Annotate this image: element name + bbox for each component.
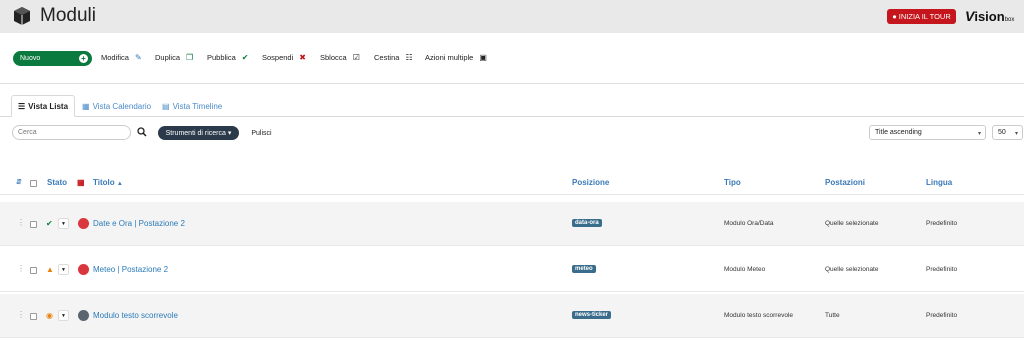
edit-button[interactable]: Modifica ✎ bbox=[101, 53, 142, 62]
cube-icon bbox=[14, 7, 30, 25]
select-all-checkbox[interactable] bbox=[30, 180, 37, 187]
position-badge: meteo bbox=[572, 265, 596, 273]
table-header: ⇵ Stato ▦ Titolo ▲ Posizione Tipo Postaz… bbox=[0, 168, 1024, 195]
module-color-dot bbox=[78, 264, 89, 275]
publish-button[interactable]: Pubblica ✔ bbox=[207, 53, 248, 62]
start-tour-button[interactable]: ● INIZIA IL TOUR bbox=[887, 9, 956, 24]
sort-order-icon[interactable]: ⇵ bbox=[16, 178, 22, 186]
trash-button[interactable]: Cestina ☷ bbox=[374, 53, 413, 62]
tab-timeline-view-label: Vista Timeline bbox=[172, 101, 223, 111]
limit-selected-value: 50 bbox=[998, 129, 1006, 136]
multiple-actions-label: Azioni multiple bbox=[425, 53, 474, 62]
caret-down-icon: ▾ bbox=[225, 130, 232, 137]
row-language: Predefinito bbox=[926, 266, 958, 273]
edit-icon: ✎ bbox=[134, 52, 142, 62]
copy-icon: ❐ bbox=[186, 52, 194, 62]
times-circle-icon: ✖ bbox=[299, 52, 306, 62]
page-header: Moduli ● INIZIA IL TOUR Visionbox bbox=[0, 0, 1024, 33]
publish-label: Pubblica bbox=[207, 53, 236, 62]
row-type: Modulo testo scorrevole bbox=[724, 312, 794, 319]
row-actions-dropdown[interactable]: ▼ bbox=[58, 310, 69, 321]
plus-icon: + bbox=[79, 54, 88, 63]
drag-handle-icon[interactable]: ⋮ bbox=[17, 310, 25, 319]
drag-handle-icon[interactable]: ⋮ bbox=[17, 264, 25, 273]
row-actions-dropdown[interactable]: ▼ bbox=[58, 218, 69, 229]
start-tour-label: INIZIA IL TOUR bbox=[898, 12, 951, 21]
table-row: ⋮ ▲ ▼ Meteo | Postazione 2 meteo Modulo … bbox=[0, 248, 1024, 292]
row-stations: Tutte bbox=[825, 312, 840, 319]
suspend-label: Sospendi bbox=[262, 53, 294, 62]
column-language[interactable]: Lingua bbox=[926, 178, 952, 187]
new-button[interactable]: Nuovo + bbox=[13, 51, 92, 66]
search-input[interactable] bbox=[12, 125, 131, 140]
tab-list-view-label: Vista Lista bbox=[28, 101, 69, 111]
row-type: Modulo Ora/Data bbox=[724, 220, 774, 227]
position-badge: data-ora bbox=[572, 219, 602, 227]
tab-timeline-view[interactable]: ▤ Vista Timeline bbox=[156, 95, 228, 117]
row-language: Predefinito bbox=[926, 312, 958, 319]
check-icon: ✔ bbox=[241, 52, 249, 62]
square-check-icon: ▣ bbox=[479, 52, 487, 62]
expired-status-icon[interactable]: ◉ bbox=[46, 311, 53, 320]
visionbox-logo: Visionbox bbox=[965, 8, 1015, 24]
drag-handle-icon[interactable]: ⋮ bbox=[17, 218, 25, 227]
column-title[interactable]: Titolo ▲ bbox=[93, 178, 123, 187]
row-checkbox[interactable] bbox=[30, 267, 37, 274]
column-position[interactable]: Posizione bbox=[572, 178, 609, 187]
search-tools-button[interactable]: Strumenti di ricerca ▾ bbox=[158, 126, 239, 140]
search-icon[interactable] bbox=[137, 127, 147, 137]
clear-button[interactable]: Pulisci bbox=[245, 126, 278, 140]
multiple-actions-button[interactable]: Azioni multiple ▣ bbox=[425, 53, 487, 62]
grid-icon[interactable]: ▦ bbox=[77, 178, 85, 187]
unlock-button[interactable]: Sblocca ☑ bbox=[320, 53, 360, 62]
timeline-icon: ▤ bbox=[162, 101, 170, 111]
list-icon: ☰ bbox=[18, 101, 26, 111]
lightbulb-icon: ● bbox=[892, 12, 897, 21]
row-title-link[interactable]: Meteo | Postazione 2 bbox=[93, 265, 168, 274]
module-color-dot bbox=[78, 218, 89, 229]
row-stations: Quelle selezionate bbox=[825, 220, 879, 227]
duplicate-label: Duplica bbox=[155, 53, 181, 62]
toolbar: Nuovo + Modifica ✎ Duplica ❐ Pubblica ✔ … bbox=[0, 34, 1024, 84]
unlock-label: Sblocca bbox=[320, 53, 347, 62]
row-stations: Quelle selezionate bbox=[825, 266, 879, 273]
tab-calendar-view[interactable]: ▦ Vista Calendario bbox=[76, 95, 157, 117]
row-title-link[interactable]: Modulo testo scorrevole bbox=[93, 311, 178, 320]
table-row: ⋮ ✔ ▼ Date e Ora | Postazione 2 data-ora… bbox=[0, 202, 1024, 246]
limit-select[interactable]: 50 ▾ bbox=[992, 125, 1023, 140]
row-type: Modulo Meteo bbox=[724, 266, 766, 273]
tab-list-view[interactable]: ☰ Vista Lista bbox=[11, 95, 76, 117]
search-tools-label: Strumenti di ricerca bbox=[165, 129, 226, 137]
row-actions-dropdown[interactable]: ▼ bbox=[58, 264, 69, 275]
warning-status-icon[interactable]: ▲ bbox=[46, 265, 54, 274]
suspend-button[interactable]: Sospendi ✖ bbox=[262, 53, 306, 62]
view-tabs: ☰ Vista Lista ▦ Vista Calendario ▤ Vista… bbox=[0, 95, 1024, 117]
edit-label: Modifica bbox=[101, 53, 129, 62]
column-stations[interactable]: Postazioni bbox=[825, 178, 865, 187]
sort-asc-icon: ▲ bbox=[116, 181, 123, 187]
column-type[interactable]: Tipo bbox=[724, 178, 741, 187]
duplicate-button[interactable]: Duplica ❐ bbox=[155, 53, 193, 62]
trash-label: Cestina bbox=[374, 53, 400, 62]
trash-icon: ☷ bbox=[405, 52, 413, 62]
table-row: ⋮ ◉ ▼ Modulo testo scorrevole news-ticke… bbox=[0, 294, 1024, 338]
published-status-icon[interactable]: ✔ bbox=[46, 219, 53, 228]
position-badge: news-ticker bbox=[572, 311, 612, 319]
chevron-down-icon: ▾ bbox=[977, 131, 981, 137]
module-color-dot bbox=[78, 310, 89, 321]
sort-select[interactable]: Title ascending ▾ bbox=[869, 125, 986, 140]
sort-selected-value: Title ascending bbox=[875, 129, 922, 136]
chevron-down-icon: ▾ bbox=[1014, 131, 1018, 137]
row-checkbox[interactable] bbox=[30, 221, 37, 228]
new-button-label: Nuovo bbox=[20, 55, 41, 62]
row-checkbox[interactable] bbox=[30, 313, 37, 320]
column-status[interactable]: Stato bbox=[47, 178, 67, 187]
tab-calendar-view-label: Vista Calendario bbox=[92, 101, 152, 111]
checkbox-icon: ☑ bbox=[352, 52, 360, 62]
calendar-icon: ▦ bbox=[82, 101, 90, 111]
row-language: Predefinito bbox=[926, 220, 958, 227]
row-title-link[interactable]: Date e Ora | Postazione 2 bbox=[93, 219, 185, 228]
page-title: Moduli bbox=[40, 5, 96, 26]
